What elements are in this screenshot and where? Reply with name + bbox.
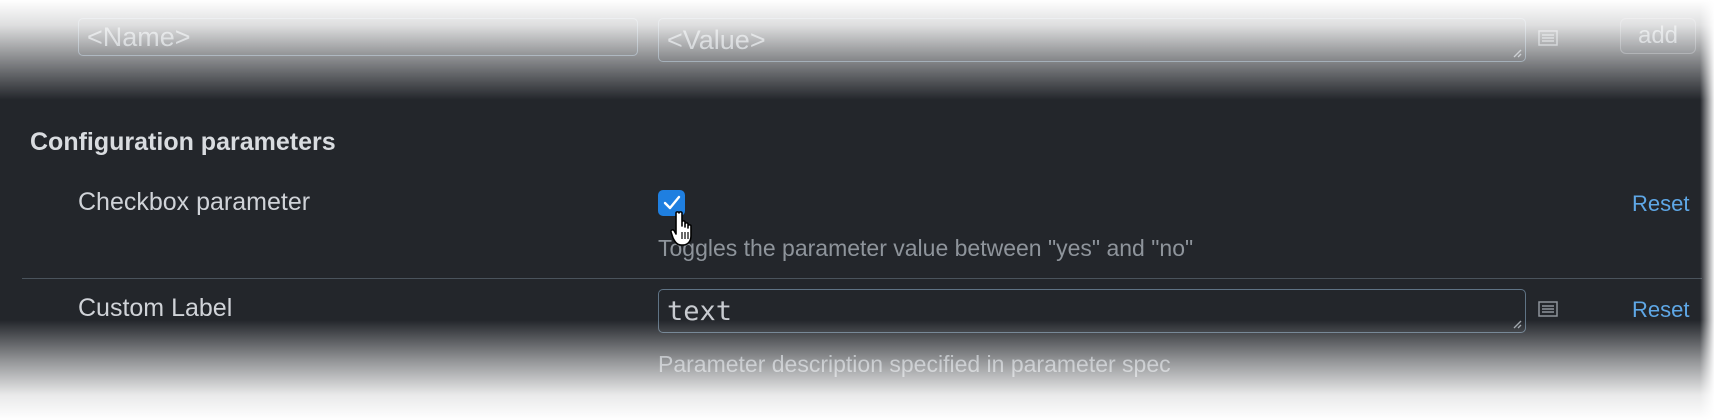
parameters-panel: <Name> <Value> add Configuration paramet… — [0, 0, 1714, 420]
checkbox-param-label: Checkbox parameter — [78, 188, 311, 216]
custom-param-reset-link[interactable]: Reset — [1632, 297, 1689, 323]
list-icon[interactable] — [1538, 301, 1558, 317]
section-title: Configuration parameters — [30, 128, 336, 156]
new-param-name-input[interactable]: <Name> — [78, 18, 638, 56]
custom-param-value: text — [667, 295, 733, 327]
checkbox-param-description: Toggles the parameter value between "yes… — [658, 235, 1194, 261]
screenshot-stage: <Name> <Value> add Configuration paramet… — [0, 0, 1714, 420]
new-param-value-textarea[interactable]: <Value> — [658, 18, 1526, 62]
resize-grip-icon[interactable] — [1512, 48, 1522, 58]
value-placeholder: <Value> — [667, 24, 766, 55]
add-param-button[interactable]: add — [1620, 18, 1696, 54]
custom-param-description: Parameter description specified in param… — [658, 351, 1171, 377]
checkbox-param-reset-link[interactable]: Reset — [1632, 191, 1689, 217]
name-placeholder: <Name> — [87, 21, 191, 52]
list-icon[interactable] — [1538, 30, 1558, 46]
custom-param-label: Custom Label — [78, 294, 233, 322]
hand-cursor-icon — [670, 211, 692, 246]
custom-param-value-textarea[interactable]: text — [658, 289, 1526, 333]
resize-grip-icon[interactable] — [1512, 319, 1522, 329]
row-divider — [22, 278, 1702, 279]
